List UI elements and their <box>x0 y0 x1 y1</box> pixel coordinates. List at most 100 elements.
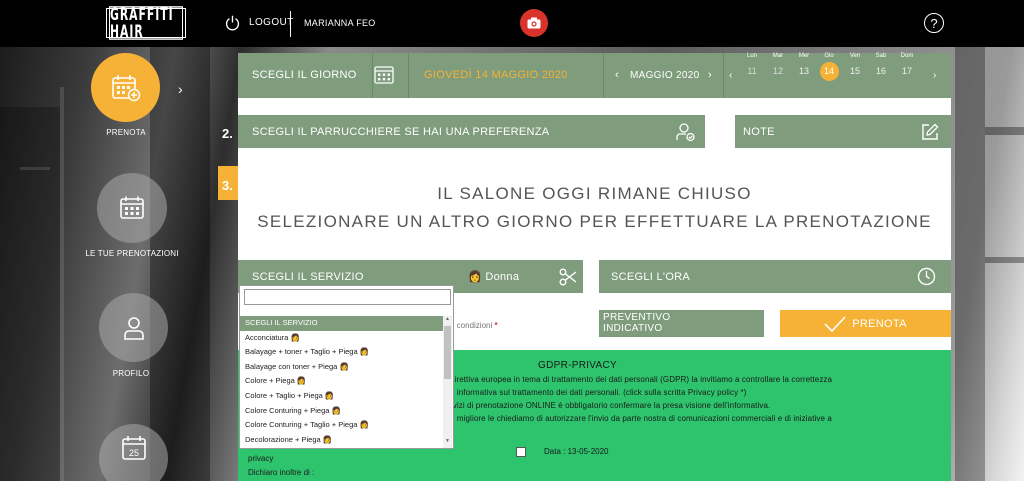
closed-message-line2: SELEZIONARE UN ALTRO GIORNO PER EFFETTUA… <box>257 212 932 231</box>
day-name: Sab <box>875 53 887 59</box>
nav-profile-label: PROFILO <box>112 369 150 378</box>
notes-field[interactable]: NOTE <box>735 115 951 148</box>
estimate-line2: INDICATIVO <box>603 323 663 334</box>
service-label: SCEGLI IL SERVIZIO <box>252 271 364 283</box>
prev-month-button[interactable]: ‹ <box>615 69 619 81</box>
service-option[interactable]: Decolorazione + Piega 👩 <box>240 433 444 448</box>
next-month-button[interactable]: › <box>708 69 712 81</box>
gdpr-line1: direttiva europea in tema di trattamento… <box>450 375 833 384</box>
nav-book-label: PRENOTA <box>106 128 146 137</box>
day-number: 15 <box>849 66 860 76</box>
service-option[interactable]: Colore Conturing + Taglio + Piega 👩 <box>240 418 444 433</box>
day-sun[interactable]: Dom 17 <box>896 53 918 81</box>
day-name: Gio <box>824 53 834 59</box>
calendar-add-icon <box>111 74 140 101</box>
step-number-3: 3. <box>222 178 233 193</box>
day-number: 14 <box>819 62 839 81</box>
check-icon <box>824 315 846 332</box>
calendar-icon[interactable] <box>374 65 394 84</box>
calendar-icon <box>120 196 144 219</box>
day-name: Ven <box>849 53 861 59</box>
day-wed[interactable]: Mer 13 <box>793 53 815 81</box>
estimate-box[interactable]: PREVENTIVO INDICATIVO <box>599 310 764 337</box>
camera-icon <box>527 17 541 29</box>
divider <box>372 53 373 98</box>
divider <box>290 11 291 37</box>
scroll-down-icon[interactable]: ▼ <box>444 438 451 444</box>
divider <box>408 53 409 98</box>
power-icon <box>225 15 240 31</box>
next-week-button[interactable]: › <box>933 70 936 81</box>
service-option[interactable]: SCEGLI IL SERVIZIO <box>240 316 444 331</box>
service-dropdown: SCEGLI IL SERVIZIO Acconciatura 👩 Balaya… <box>239 285 454 449</box>
day-name: Mar <box>772 53 784 59</box>
terms-text[interactable]: e condizioni * <box>450 321 498 330</box>
service-search-input[interactable] <box>244 289 451 305</box>
hairdresser-select[interactable]: SCEGLI IL PARRUCCHIERE SE HAI UNA PREFER… <box>238 115 705 148</box>
nav-my-bookings-label: LE TUE PRENOTAZIONI <box>85 249 179 258</box>
gender-label: 👩 Donna <box>468 271 520 283</box>
declare-label: Dichiaro inoltre di : <box>248 468 315 477</box>
nav-book-button[interactable] <box>91 53 160 122</box>
day-name: Mer <box>798 53 810 59</box>
divider <box>723 53 724 98</box>
day-number: 13 <box>798 66 809 76</box>
day-fri[interactable]: Ven 15 <box>844 53 866 81</box>
logout-label: LOGOUT <box>249 17 294 28</box>
service-option[interactable]: Acconciatura 👩 <box>240 331 444 346</box>
gdpr-title: GDPR-PRIVACY <box>538 360 617 371</box>
selected-date: GIOVEDÌ 14 MAGGIO 2020 <box>424 69 568 81</box>
privacy-checkbox[interactable] <box>516 447 526 457</box>
camera-button[interactable] <box>520 9 548 37</box>
day-tue[interactable]: Mar 12 <box>767 53 789 81</box>
step-number-2: 2. <box>222 126 233 141</box>
day-name: Dom <box>900 53 914 59</box>
user-name: MARIANNA FEO <box>304 18 376 28</box>
user-icon <box>123 316 144 340</box>
closed-message-line1: IL SALONE OGGI RIMANE CHIUSO <box>437 184 752 203</box>
terms-label: e condizioni <box>450 321 493 330</box>
logout-button[interactable]: LOGOUT <box>224 14 294 31</box>
logo[interactable]: GRAFFITI HAIR <box>106 6 186 40</box>
notes-label: NOTE <box>743 126 775 138</box>
estimate-line1: PREVENTIVO <box>603 312 671 323</box>
gdpr-line4: a migliore le chiediamo di autorizzare l… <box>450 414 832 423</box>
book-button[interactable]: PRENOTA <box>780 310 951 337</box>
scroll-up-icon[interactable]: ▲ <box>444 316 451 322</box>
time-select[interactable]: SCEGLI L'ORA <box>599 260 951 293</box>
day-number: 16 <box>875 66 886 76</box>
calendar-day-icon: 25 <box>121 435 146 460</box>
day-number: 11 <box>747 66 757 76</box>
scrollbar-thumb[interactable] <box>444 326 451 379</box>
calendar-day-number: 25 <box>128 448 138 458</box>
choose-day-label: SCEGLI IL GIORNO <box>252 69 357 81</box>
edit-icon <box>922 123 939 140</box>
logo-text: GRAFFITI HAIR <box>109 6 183 40</box>
service-option[interactable]: Colore + Piega 👩 <box>240 374 444 389</box>
help-icon: ? <box>930 15 938 31</box>
service-option[interactable]: Balayage con toner + Piega 👩 <box>240 360 444 375</box>
hairdresser-label: SCEGLI IL PARRUCCHIERE SE HAI UNA PREFER… <box>252 126 550 138</box>
gdpr-line3: rvizi di prenotazione ONLINE è obbligato… <box>450 401 771 410</box>
day-thu-selected[interactable]: Gio 14 <box>818 53 840 81</box>
day-picker-header: SCEGLI IL GIORNO GIOVEDÌ 14 MAGGIO 2020 … <box>238 53 951 98</box>
service-option[interactable]: Balayage + toner + Taglio + Piega 👩 <box>240 345 444 360</box>
service-option[interactable]: Colore + Taglio + Piega 👩 <box>240 389 444 404</box>
required-mark: * <box>494 321 498 330</box>
day-number: 17 <box>901 66 912 76</box>
help-button[interactable]: ? <box>924 13 944 33</box>
month-label: MAGGIO 2020 <box>630 70 700 81</box>
day-mon[interactable]: Lun 11 <box>741 53 763 81</box>
prev-week-button[interactable]: ‹ <box>729 70 732 81</box>
user-check-icon <box>676 123 695 142</box>
scissors-icon <box>559 268 577 286</box>
day-number: 12 <box>772 66 783 76</box>
day-sat[interactable]: Sab 16 <box>870 53 892 81</box>
nav-my-bookings-button[interactable] <box>97 173 167 243</box>
service-options: SCEGLI IL SERVIZIO Acconciatura 👩 Balaya… <box>240 316 444 447</box>
privacy-label: privacy <box>248 454 274 463</box>
nav-profile-button[interactable] <box>99 293 168 362</box>
privacy-date: Data : 13-05-2020 <box>544 447 609 456</box>
service-option[interactable]: Colore Conturing + Piega 👩 <box>240 404 444 419</box>
day-name: Lun <box>746 53 757 59</box>
